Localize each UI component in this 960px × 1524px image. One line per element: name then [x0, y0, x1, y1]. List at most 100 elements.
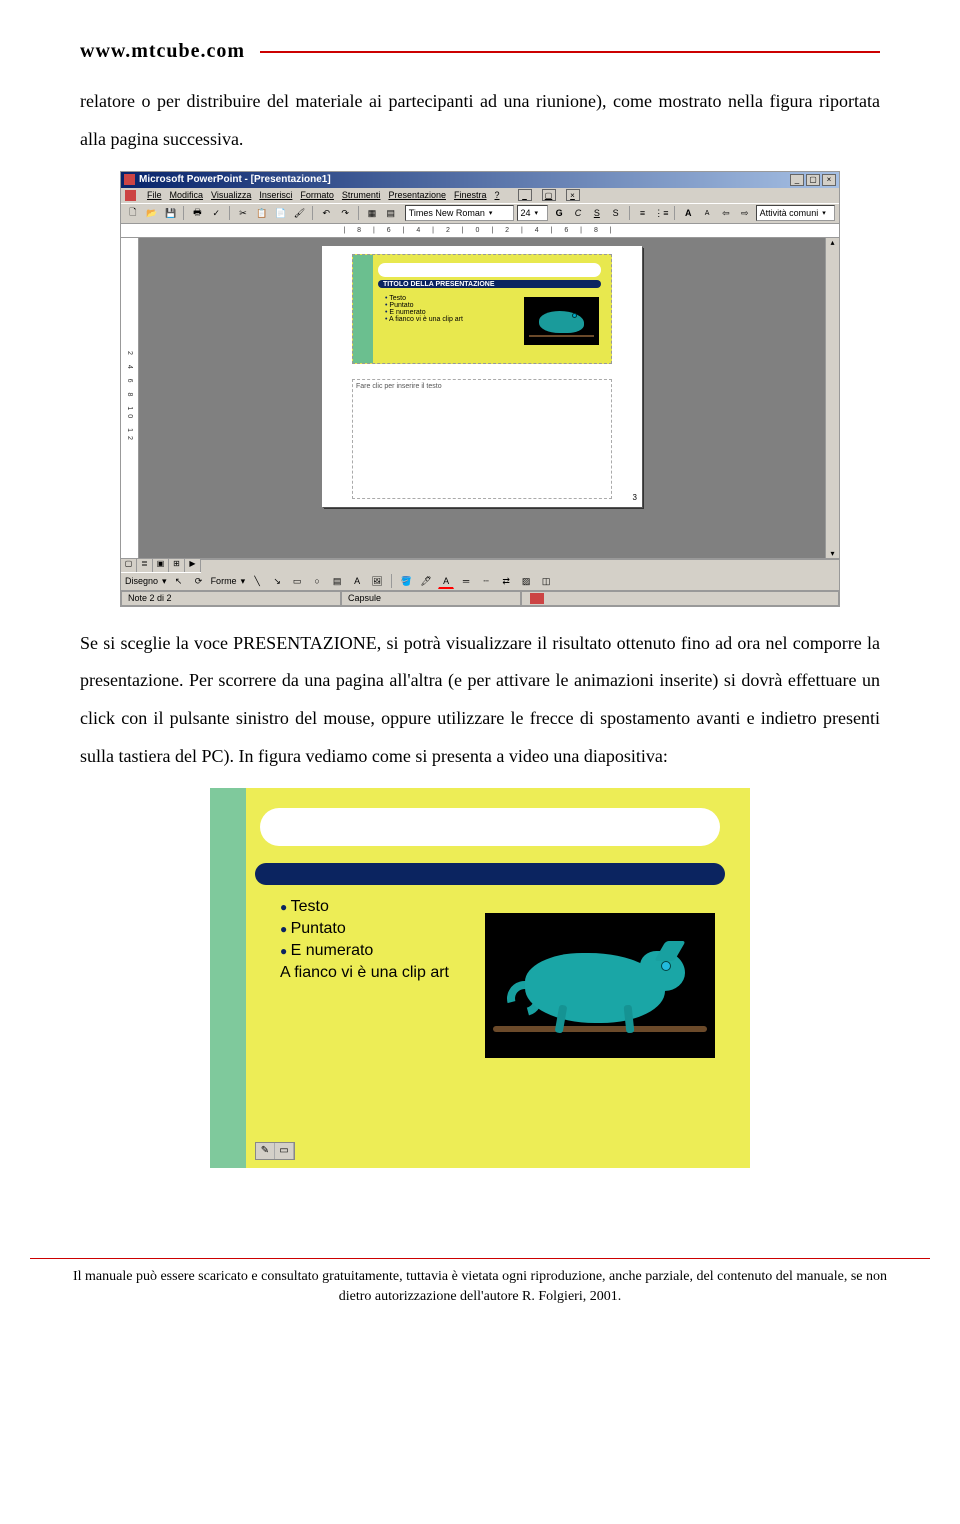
menu-slideshow[interactable]: Presentazione: [388, 190, 446, 200]
format-painter-icon[interactable]: 🖌: [292, 205, 308, 221]
rectangle-icon[interactable]: ▭: [289, 573, 305, 589]
draw-menu[interactable]: Disegno: [125, 576, 158, 586]
status-layout: Capsule: [341, 591, 521, 606]
align-left-icon[interactable]: ≡: [635, 205, 651, 221]
paragraph-1: relatore o per distribuire del materiale…: [80, 83, 880, 159]
table-icon[interactable]: ▦: [364, 205, 380, 221]
chameleon-clipart: [524, 297, 599, 345]
save-icon[interactable]: 💾: [163, 205, 179, 221]
wordart-icon[interactable]: A: [349, 573, 365, 589]
font-color-icon[interactable]: A: [438, 573, 454, 589]
close-button[interactable]: ×: [822, 174, 836, 186]
clipart-icon[interactable]: 🖼: [369, 573, 385, 589]
menu-edit[interactable]: Modifica: [170, 190, 204, 200]
bullet-1: Testo: [280, 898, 449, 916]
pen-icon[interactable]: ✎: [256, 1143, 275, 1159]
menu-help[interactable]: ?: [495, 190, 500, 200]
doc-restore[interactable]: ▢: [542, 189, 556, 201]
promote-icon[interactable]: ⇦: [718, 205, 734, 221]
notes-placeholder[interactable]: Fare clic per inserire il testo: [352, 379, 612, 499]
fill-color-icon[interactable]: 🪣: [398, 573, 414, 589]
textbox-icon[interactable]: ▤: [329, 573, 345, 589]
notes-page: TITOLO DELLA PRESENTAZIONE Testo Puntato…: [322, 246, 642, 507]
view-buttons-bar: ▢ ≣ ▣ ⊞ ▶: [121, 558, 839, 572]
header-rule: [260, 51, 880, 53]
font-combo[interactable]: Times New Roman: [405, 205, 514, 221]
site-url: www.mtcube.com: [80, 40, 245, 63]
drawing-toolbar: Disegno▾ ↖ ⟳ Forme▾ ╲ ↘ ▭ ○ ▤ A 🖼 🪣 🖊 A …: [121, 572, 839, 590]
slide-thumbnail: TITOLO DELLA PRESENTAZIONE Testo Puntato…: [352, 254, 612, 364]
line-icon[interactable]: ╲: [249, 573, 265, 589]
oval-icon[interactable]: ○: [309, 573, 325, 589]
cut-icon[interactable]: ✂: [235, 205, 251, 221]
fontsize-combo[interactable]: 24: [517, 205, 549, 221]
bullets-icon[interactable]: ⋮≡: [653, 205, 669, 221]
subtitle-bar: [255, 863, 725, 885]
shadow-icon[interactable]: ▨: [518, 573, 534, 589]
menubar: File Modifica Visualizza Inserisci Forma…: [121, 188, 839, 204]
print-icon[interactable]: 🖶: [189, 205, 205, 221]
vertical-scrollbar[interactable]: [825, 238, 839, 558]
spell-icon[interactable]: ✓: [208, 205, 224, 221]
line-style-icon[interactable]: ═: [458, 573, 474, 589]
extra-line: A fianco vi è una clip art: [280, 964, 449, 982]
increase-font-icon[interactable]: A: [680, 205, 696, 221]
line-color-icon[interactable]: 🖊: [418, 573, 434, 589]
bold-button[interactable]: G: [551, 205, 567, 221]
3d-icon[interactable]: ◫: [538, 573, 554, 589]
menu-insert[interactable]: Inserisci: [259, 190, 292, 200]
paste-icon[interactable]: 📄: [273, 205, 289, 221]
status-note: Note 2 di 2: [121, 591, 341, 606]
menu-view[interactable]: Visualizza: [211, 190, 251, 200]
dash-style-icon[interactable]: ┄: [478, 573, 494, 589]
menu-tools[interactable]: Strumenti: [342, 190, 381, 200]
slideshow-view-icon[interactable]: ▶: [185, 559, 201, 572]
powerpoint-window: Microsoft PowerPoint - [Presentazione1] …: [120, 171, 840, 607]
demote-icon[interactable]: ⇨: [737, 205, 753, 221]
underline-button[interactable]: S: [589, 205, 605, 221]
arrow-icon[interactable]: ↘: [269, 573, 285, 589]
redo-icon[interactable]: ↷: [337, 205, 353, 221]
copy-icon[interactable]: 📋: [254, 205, 270, 221]
rotate-icon[interactable]: ⟳: [191, 573, 207, 589]
slide-pane[interactable]: TITOLO DELLA PRESENTAZIONE Testo Puntato…: [139, 238, 825, 558]
slide-view-icon[interactable]: ▣: [153, 559, 169, 572]
doc-close[interactable]: ×: [566, 189, 580, 201]
window-title: Microsoft PowerPoint - [Presentazione1]: [139, 174, 331, 185]
normal-view-icon[interactable]: ▢: [121, 559, 137, 572]
autoshapes-menu[interactable]: Forme: [211, 576, 237, 586]
horizontal-scrollbar[interactable]: [201, 559, 839, 573]
minimize-button[interactable]: _: [790, 174, 804, 186]
menu-format[interactable]: Formato: [300, 190, 334, 200]
maximize-button[interactable]: ▢: [806, 174, 820, 186]
statusbar: Note 2 di 2 Capsule: [121, 590, 839, 606]
outline-view-icon[interactable]: ≣: [137, 559, 153, 572]
slide-number: 3: [633, 493, 637, 502]
footer-text: Il manuale può essere scaricato e consul…: [0, 1267, 960, 1336]
doc-icon: [125, 190, 136, 201]
shadow-button[interactable]: S: [608, 205, 624, 221]
arrow-style-icon[interactable]: ⇄: [498, 573, 514, 589]
decrease-font-icon[interactable]: A: [699, 205, 715, 221]
vertical-ruler: 2 4 6 8 10 12: [121, 238, 139, 558]
slide-title: TITOLO DELLA PRESENTAZIONE: [383, 281, 494, 288]
chart-icon[interactable]: ▤: [383, 205, 399, 221]
menu-icon[interactable]: ▭: [275, 1143, 294, 1159]
italic-button[interactable]: C: [570, 205, 586, 221]
select-icon[interactable]: ↖: [171, 573, 187, 589]
menu-file[interactable]: File: [147, 190, 162, 200]
titlebar: Microsoft PowerPoint - [Presentazione1] …: [121, 172, 839, 188]
footer-rule: [30, 1258, 930, 1260]
new-icon[interactable]: 🗋: [125, 205, 141, 221]
open-icon[interactable]: 📂: [144, 205, 160, 221]
undo-icon[interactable]: ↶: [318, 205, 334, 221]
bullet-2: Puntato: [280, 920, 449, 938]
horizontal-ruler: | 8 | 6 | 4 | 2 | 0 | 2 | 4 | 6 | 8 |: [121, 224, 839, 238]
menu-window[interactable]: Finestra: [454, 190, 487, 200]
common-tasks-combo[interactable]: Attività comuni: [756, 205, 835, 221]
bullet-3: E numerato: [280, 942, 449, 960]
app-icon: [124, 174, 135, 185]
sorter-view-icon[interactable]: ⊞: [169, 559, 185, 572]
slideshow-popup-toolbar[interactable]: ✎ ▭: [255, 1142, 295, 1160]
doc-minimize[interactable]: _: [518, 189, 532, 201]
